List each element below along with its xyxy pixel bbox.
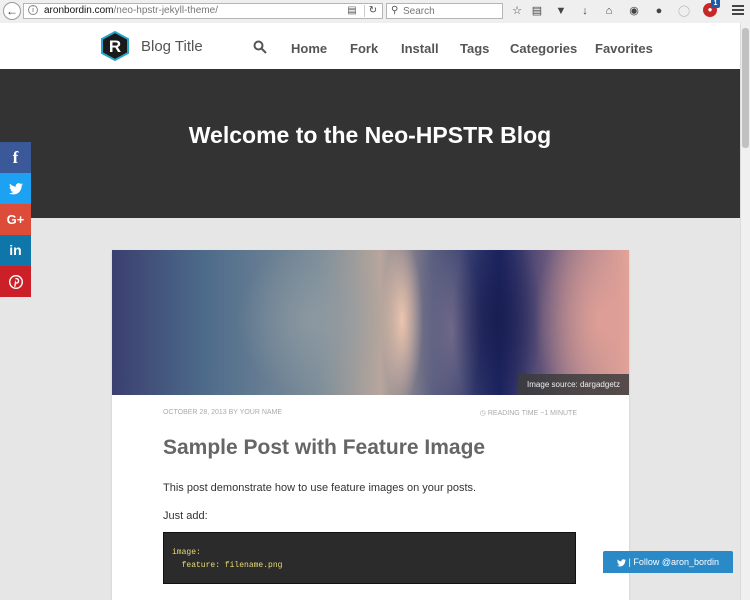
- chat-icon[interactable]: ◉: [626, 3, 642, 19]
- nav-home[interactable]: Home: [291, 41, 327, 56]
- facebook-icon[interactable]: f: [0, 142, 31, 173]
- reading-time: ◷ Reading time ~1 minute: [479, 410, 577, 417]
- post-date-author: October 28, 2013 by Your Name: [163, 409, 283, 416]
- svg-text:R: R: [109, 37, 121, 56]
- bookmark-star-icon[interactable]: ☆: [509, 3, 525, 19]
- hello-icon[interactable]: ●: [651, 3, 667, 19]
- follow-label: | Follow @aron_bordin: [628, 557, 720, 567]
- image-credit[interactable]: Image source: dargadgetz: [518, 374, 629, 395]
- browser-toolbar: ← i aronbordin.com/neo-hpstr-jekyll-them…: [0, 0, 750, 24]
- blog-title[interactable]: Blog Title: [141, 38, 203, 55]
- search-bar[interactable]: ⚲: [386, 3, 503, 19]
- clock-icon: ◷: [479, 410, 488, 417]
- linkedin-icon[interactable]: in: [0, 235, 31, 266]
- nav-tags[interactable]: Tags: [460, 41, 489, 56]
- post-card: Image source: dargadgetz October 28, 201…: [112, 250, 629, 600]
- hero-title: Welcome to the Neo-HPSTR Blog: [188, 122, 552, 148]
- sync-icon[interactable]: ◯: [676, 3, 692, 19]
- menu-icon[interactable]: [732, 5, 744, 17]
- twitter-follow-button[interactable]: | Follow @aron_bordin: [603, 551, 733, 573]
- info-icon[interactable]: i: [28, 5, 38, 15]
- hero-banner: Welcome to the Neo-HPSTR Blog: [0, 69, 740, 218]
- social-share-bar: f G+ in: [0, 142, 31, 297]
- twitter-icon[interactable]: [0, 173, 31, 204]
- post-paragraph: This post demonstrate how to use feature…: [163, 482, 477, 494]
- addon-count: 1: [711, 0, 720, 8]
- search-icon[interactable]: [253, 40, 267, 54]
- reader-view-icon[interactable]: ▤: [346, 5, 358, 17]
- post-paragraph: Just add:: [163, 510, 208, 522]
- nav-categories[interactable]: Categories: [510, 41, 577, 56]
- clipboard-icon[interactable]: ▤: [529, 3, 545, 19]
- home-icon[interactable]: ⌂: [601, 3, 617, 19]
- scrollbar-thumb[interactable]: [742, 28, 749, 148]
- nav-fork[interactable]: Fork: [350, 41, 378, 56]
- twitter-icon: [616, 557, 629, 567]
- search-icon: ⚲: [391, 5, 399, 16]
- code-block: image: feature: filename.png: [163, 532, 576, 584]
- feature-image: Image source: dargadgetz: [112, 250, 629, 395]
- site-navbar: R Blog Title Home Fork Install Tags Cate…: [0, 23, 740, 70]
- url-bar[interactable]: i aronbordin.com/neo-hpstr-jekyll-theme/…: [23, 3, 383, 19]
- page-scrollbar[interactable]: [740, 23, 750, 600]
- addon-icon[interactable]: ● 1: [703, 0, 720, 17]
- google-plus-icon[interactable]: G+: [0, 204, 31, 235]
- reload-icon[interactable]: ↻: [364, 5, 381, 17]
- pocket-icon[interactable]: ▼: [553, 3, 569, 19]
- pinterest-icon[interactable]: [0, 266, 31, 297]
- post-title[interactable]: Sample Post with Feature Image: [163, 436, 485, 460]
- url-text: aronbordin.com/neo-hpstr-jekyll-theme/: [44, 5, 218, 16]
- nav-install[interactable]: Install: [401, 41, 439, 56]
- back-button[interactable]: ←: [3, 2, 21, 20]
- logo-icon[interactable]: R: [100, 31, 130, 61]
- browser-search-input[interactable]: [403, 4, 498, 18]
- page-viewport: R Blog Title Home Fork Install Tags Cate…: [0, 23, 740, 600]
- nav-favorites[interactable]: Favorites: [595, 41, 653, 56]
- download-icon[interactable]: ↓: [577, 3, 593, 19]
